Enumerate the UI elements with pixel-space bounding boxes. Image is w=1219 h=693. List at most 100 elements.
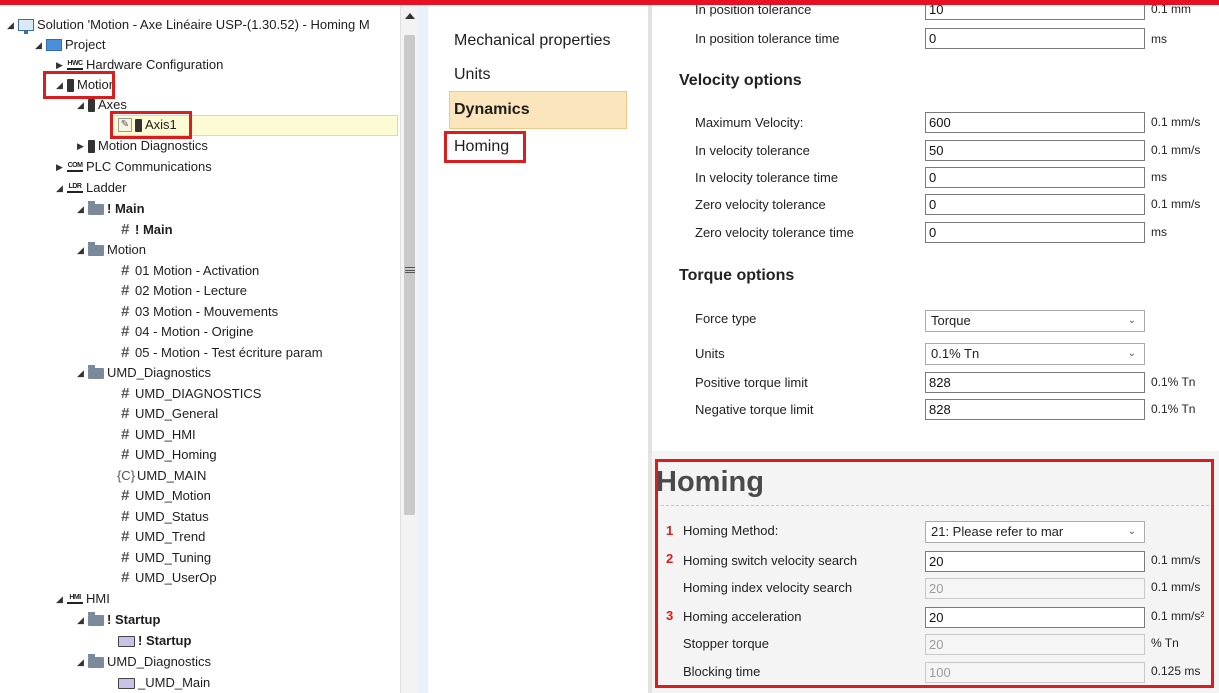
collapse-arrow-icon[interactable]: ◢: [75, 610, 86, 630]
tree-node-project[interactable]: ◢ Project: [33, 35, 105, 55]
tree-node-hmi-umd-diagnostics[interactable]: ◢ UMD_Diagnostics: [75, 652, 211, 672]
ladder-program-icon: #: [120, 303, 130, 320]
tree-item[interactable]: # UMD_DIAGNOSTICS: [118, 384, 262, 404]
maximum-velocity-input[interactable]: 600: [925, 112, 1145, 133]
splitter-grip-icon[interactable]: [405, 267, 415, 273]
unit-label: 0.1% Tn: [1151, 402, 1196, 416]
nav-item-mechanical-properties[interactable]: Mechanical properties: [454, 29, 611, 53]
nav-item-dynamics[interactable]: Dynamics: [454, 98, 530, 122]
tree-item[interactable]: # UMD_UserOp: [118, 568, 217, 588]
tree-node-main-ladder[interactable]: # ! Main: [118, 220, 173, 240]
tree-node-hmi[interactable]: ◢ HMI HMI: [54, 589, 110, 609]
tree-node-motion-diagnostics[interactable]: ▶ Motion Diagnostics: [75, 136, 208, 156]
homing-acceleration-input[interactable]: 20: [925, 607, 1145, 628]
section-title-velocity: Velocity options: [679, 72, 802, 89]
tree-node-axes[interactable]: ◢ Axes: [75, 95, 127, 115]
properties-form: In position tolerance 10 0.1 mm In posit…: [652, 5, 1219, 693]
annotation-number-3: 3: [666, 608, 674, 623]
field-label: Zero velocity tolerance: [695, 197, 826, 212]
ladder-program-icon: #: [120, 405, 130, 422]
tree-node-ladder[interactable]: ◢ LDR Ladder: [54, 178, 126, 198]
unit-label: 0.1 mm/s: [1151, 197, 1201, 211]
nav-item-units[interactable]: Units: [454, 63, 490, 87]
tree-item[interactable]: {C} UMD_MAIN: [116, 466, 206, 486]
ladder-program-icon: #: [120, 344, 130, 361]
unit-label: 0.1 mm/s: [1151, 115, 1201, 129]
field-label: Stopper torque: [683, 636, 770, 651]
panel-splitter[interactable]: [418, 5, 428, 693]
tree-node-solution[interactable]: ◢ Solution 'Motion - Axe Linéaire USP-(1…: [5, 15, 370, 35]
zero-velocity-tolerance-input[interactable]: 0: [925, 194, 1145, 215]
tree-scrollbar[interactable]: [400, 5, 418, 693]
tree-item[interactable]: # UMD_General: [118, 404, 218, 424]
collapse-arrow-icon[interactable]: ◢: [54, 178, 65, 198]
ladder-program-icon: #: [120, 426, 130, 443]
scroll-up-arrow-icon[interactable]: [405, 13, 415, 19]
homing-method-select[interactable]: 21: Please refer to mar ⌄: [925, 521, 1145, 543]
tree-item[interactable]: # UMD_Trend: [118, 527, 206, 547]
field-label: Homing acceleration: [683, 609, 802, 624]
in-velocity-tolerance-time-input[interactable]: 0: [925, 167, 1145, 188]
expand-arrow-icon[interactable]: ▶: [75, 136, 86, 156]
zero-velocity-tolerance-time-input[interactable]: 0: [925, 222, 1145, 243]
folder-icon: [88, 200, 104, 215]
negative-torque-limit-input[interactable]: 828: [925, 399, 1145, 420]
force-type-select[interactable]: Torque ⌄: [925, 310, 1145, 332]
tree-node-main-folder[interactable]: ◢ ! Main: [75, 199, 145, 219]
ladder-program-icon: #: [120, 528, 130, 545]
tree-node-plc-communications[interactable]: ▶ COM PLC Communications: [54, 157, 212, 177]
tree-node-startup-folder[interactable]: ◢ ! Startup: [75, 610, 160, 630]
tree-item[interactable]: # UMD_Status: [118, 507, 209, 527]
tree-item[interactable]: # UMD_HMI: [118, 425, 196, 445]
collapse-arrow-icon[interactable]: ◢: [75, 95, 86, 115]
positive-torque-limit-input[interactable]: 828: [925, 372, 1145, 393]
drive-device-icon: [88, 139, 95, 153]
collapse-arrow-icon[interactable]: ◢: [75, 199, 86, 219]
in-position-tolerance-input[interactable]: 10: [925, 5, 1145, 20]
tree-item[interactable]: #03 Motion - Mouvements: [118, 302, 278, 322]
tree-node-axis1[interactable]: ✎ Axis1: [118, 115, 177, 135]
ladder-program-icon: #: [120, 323, 130, 340]
folder-icon: [88, 653, 104, 668]
collapse-arrow-icon[interactable]: ◢: [75, 652, 86, 672]
project-icon: [46, 39, 62, 51]
tree-item[interactable]: # UMD_Homing: [118, 445, 217, 465]
collapse-arrow-icon[interactable]: ◢: [33, 35, 44, 55]
tree-item[interactable]: #04 - Motion - Origine: [118, 322, 254, 342]
collapse-arrow-icon[interactable]: ◢: [54, 75, 65, 95]
field-label: Positive torque limit: [695, 375, 808, 390]
tree-item[interactable]: #05 - Motion - Test écriture param: [118, 343, 323, 363]
c-program-icon: {C}: [116, 468, 136, 483]
tree-node-umd-diagnostics-folder[interactable]: ◢ UMD_Diagnostics: [75, 363, 211, 383]
collapse-arrow-icon[interactable]: ◢: [54, 589, 65, 609]
in-position-tolerance-time-input[interactable]: 0: [925, 28, 1145, 49]
ladder-program-icon: #: [120, 446, 130, 463]
tree-node-motion-folder[interactable]: ◢ Motion: [75, 240, 146, 260]
collapse-arrow-icon[interactable]: ◢: [75, 240, 86, 260]
collapse-arrow-icon[interactable]: ◢: [5, 15, 16, 35]
ladder-program-icon: #: [120, 569, 130, 586]
folder-icon: [88, 611, 104, 626]
tree-item[interactable]: # UMD_Tuning: [118, 548, 211, 568]
in-velocity-tolerance-input[interactable]: 50: [925, 140, 1145, 161]
tree-item[interactable]: #01 Motion - Activation: [118, 261, 259, 281]
unit-label: 0.125 ms: [1151, 664, 1201, 678]
expand-arrow-icon[interactable]: ▶: [54, 157, 65, 177]
tree-item[interactable]: #02 Motion - Lecture: [118, 281, 247, 301]
chevron-down-icon: ⌄: [1127, 526, 1136, 537]
tree-node-motion[interactable]: ◢ Motion: [54, 75, 116, 95]
solution-explorer-tree[interactable]: ◢ Solution 'Motion - Axe Linéaire USP-(1…: [0, 5, 400, 693]
scrollbar-thumb[interactable]: [404, 35, 415, 515]
collapse-arrow-icon[interactable]: ◢: [75, 363, 86, 383]
ladder-program-icon: #: [120, 549, 130, 566]
homing-switch-velocity-input[interactable]: 20: [925, 551, 1145, 572]
field-label: Homing Method:: [683, 523, 779, 538]
tree-node-umd-main-screen[interactable]: _UMD_Main: [118, 673, 210, 693]
tree-node-startup-screen[interactable]: ! Startup: [118, 631, 191, 651]
nav-item-homing[interactable]: Homing: [454, 135, 509, 159]
field-label: Maximum Velocity:: [695, 115, 804, 130]
torque-units-select[interactable]: 0.1% Tn ⌄: [925, 343, 1145, 365]
tree-item[interactable]: # UMD_Motion: [118, 486, 211, 506]
tree-node-hardware-configuration[interactable]: ▶ HWC Hardware Configuration: [54, 55, 223, 75]
expand-arrow-icon[interactable]: ▶: [54, 55, 65, 75]
